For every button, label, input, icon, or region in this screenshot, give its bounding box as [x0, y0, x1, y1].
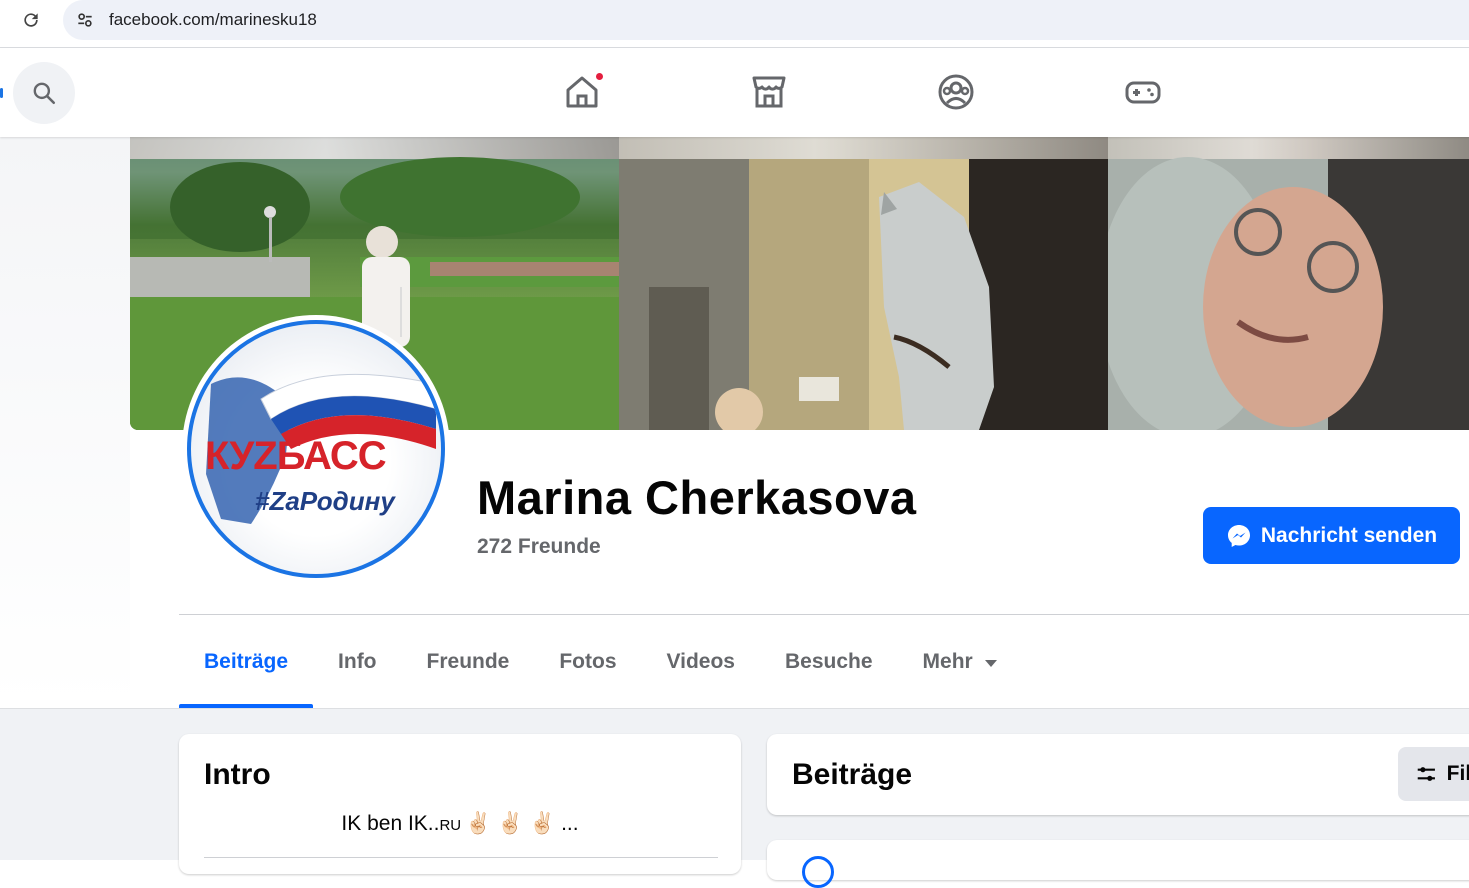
posts-card: Beiträge Filter	[767, 734, 1469, 815]
search-icon	[33, 82, 56, 105]
nav-marketplace[interactable]	[745, 68, 793, 116]
filter-icon	[1417, 767, 1435, 781]
tab-label: Mehr	[922, 649, 973, 673]
facebook-header	[0, 48, 1469, 137]
avatar[interactable]	[802, 856, 834, 888]
cover-panel-horse	[619, 137, 1108, 430]
tab-friends[interactable]: Freunde	[402, 615, 535, 708]
filter-button[interactable]: Filter	[1398, 747, 1469, 801]
intro-bio: IK ben IK..RU ✌🏻 ✌🏻 ✌🏻 ...	[179, 812, 741, 836]
marketplace-icon	[752, 76, 786, 108]
messenger-icon	[1227, 524, 1250, 547]
profile-name: Marina Cherkasova	[477, 471, 917, 524]
gaming-icon	[1125, 81, 1161, 104]
friends-count[interactable]: 272 Freunde	[477, 535, 601, 559]
avatar-text-top: КУZБАСС	[205, 434, 387, 478]
posts-title: Beiträge	[792, 758, 913, 791]
groups-icon	[938, 74, 974, 110]
intro-title: Intro	[204, 758, 271, 791]
tab-videos[interactable]: Videos	[642, 615, 760, 708]
tab-label: Beiträge	[204, 649, 289, 673]
reload-icon[interactable]	[18, 7, 44, 33]
caret-down-icon	[984, 659, 997, 667]
tab-more[interactable]: Mehr	[898, 615, 1022, 708]
send-message-button[interactable]: Nachricht senden	[1203, 507, 1460, 564]
browser-toolbar: facebook.com/marinesku18	[0, 0, 1469, 48]
bio-small-text: RU	[439, 817, 462, 834]
tab-label: Info	[338, 649, 377, 673]
tab-label: Freunde	[426, 649, 510, 673]
bio-emoji: ✌🏻 ✌🏻 ✌🏻 ...	[465, 812, 579, 835]
tab-label: Fotos	[559, 649, 617, 673]
url-text: facebook.com/marinesku18	[109, 10, 317, 29]
page-left-margin	[0, 137, 130, 707]
notification-dot	[594, 71, 605, 82]
tab-check-ins[interactable]: Besuche	[760, 615, 898, 708]
intro-divider	[204, 857, 718, 858]
filter-label: Filter	[1446, 762, 1469, 785]
avatar-image: КУZБАСС #ZаРодину	[187, 320, 445, 578]
tab-posts[interactable]: Beiträge	[179, 615, 314, 708]
bio-text: IK ben IK..	[341, 812, 440, 835]
avatar-text-bottom: #ZаРодину	[255, 486, 395, 516]
post-composer-card	[767, 840, 1469, 888]
site-settings-icon[interactable]	[73, 8, 97, 32]
nav-gaming[interactable]	[1119, 68, 1167, 116]
tab-label: Besuche	[785, 649, 873, 673]
send-message-label: Nachricht senden	[1260, 523, 1438, 547]
profile-avatar[interactable]: КУZБАСС #ZаРодину	[182, 315, 450, 583]
cover-panel-selfie	[1108, 137, 1469, 430]
nav-home[interactable]	[558, 68, 606, 116]
profile-tabs: Beiträge Info Freunde Fotos Videos Besuc…	[179, 615, 1022, 708]
logo-edge	[0, 88, 3, 98]
tab-label: Videos	[666, 649, 735, 673]
tab-about[interactable]: Info	[313, 615, 401, 708]
address-bar[interactable]: facebook.com/marinesku18	[63, 0, 1469, 40]
search-button[interactable]	[13, 62, 75, 124]
intro-card: Intro IK ben IK..RU ✌🏻 ✌🏻 ✌🏻 ...	[179, 734, 741, 874]
tab-photos[interactable]: Fotos	[534, 615, 641, 708]
nav-groups[interactable]	[932, 68, 980, 116]
